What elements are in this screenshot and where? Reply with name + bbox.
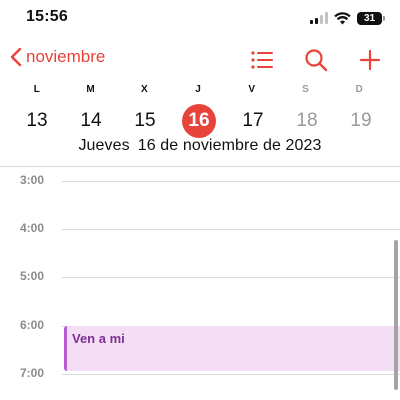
chevron-left-icon <box>10 47 22 67</box>
weekday-letter: D <box>355 84 363 95</box>
day-number: 14 <box>80 110 102 131</box>
day-timeline[interactable]: 3:00 4:00 5:00 6:00 7:00 Ven a mi <box>0 167 400 400</box>
search-button[interactable] <box>302 46 330 74</box>
weekday-letter: V <box>248 84 256 95</box>
hour-row: 4:00 <box>0 221 400 235</box>
hour-line <box>62 229 400 230</box>
hour-label: 3:00 <box>20 173 45 187</box>
hour-label: 6:00 <box>20 318 45 332</box>
day-number: 19 <box>350 110 372 131</box>
weekday-letter: S <box>302 84 309 95</box>
day-number: 16 <box>188 110 210 131</box>
hour-label: 7:00 <box>20 366 45 380</box>
day-16-selected[interactable]: 16 <box>172 104 226 138</box>
plus-icon <box>359 49 381 71</box>
add-event-button[interactable] <box>356 46 384 74</box>
full-date-weekday: Jueves <box>78 137 130 154</box>
navigation-bar: noviembre <box>0 44 400 78</box>
week-days: 13 14 15 16 17 18 19 <box>10 104 386 138</box>
full-date-label: Jueves 16 de noviembre de 2023 <box>0 137 400 155</box>
event-block[interactable]: Ven a mi <box>64 326 400 371</box>
back-button[interactable]: noviembre <box>10 47 105 67</box>
day-number: 17 <box>242 110 264 131</box>
list-icon <box>251 51 273 69</box>
status-time: 15:56 <box>26 8 68 25</box>
back-label: noviembre <box>26 47 106 66</box>
hour-label: 4:00 <box>20 221 45 235</box>
weekday-letters: L M X J V S D <box>10 84 386 98</box>
weekday-letter: J <box>195 84 201 95</box>
status-bar: 15:56 31 <box>0 0 400 36</box>
hour-row: 7:00 <box>0 366 400 380</box>
hour-line <box>62 181 400 182</box>
day-18[interactable]: 18 <box>280 104 334 138</box>
day-14[interactable]: 14 <box>64 104 118 138</box>
day-15[interactable]: 15 <box>118 104 172 138</box>
wifi-icon <box>334 11 351 24</box>
full-date-text: 16 de noviembre de 2023 <box>137 137 322 154</box>
scrollbar[interactable] <box>394 240 398 390</box>
search-icon <box>305 49 328 72</box>
status-icons: 31 <box>310 10 385 26</box>
week-strip: L M X J V S D 13 14 15 16 17 18 19 <box>10 84 386 138</box>
weekday-letter: L <box>33 84 40 95</box>
day-number: 13 <box>26 110 48 131</box>
day-13[interactable]: 13 <box>10 104 64 138</box>
day-number: 15 <box>134 110 156 131</box>
battery-level: 31 <box>363 12 376 24</box>
battery-icon: 31 <box>357 11 385 25</box>
event-title: Ven a mi <box>72 331 125 346</box>
weekday-letter: M <box>86 84 95 95</box>
day-17[interactable]: 17 <box>226 104 280 138</box>
list-view-button[interactable] <box>248 46 276 74</box>
day-number: 18 <box>296 110 318 131</box>
hour-label: 5:00 <box>20 269 45 283</box>
weekday-letter: X <box>140 84 148 95</box>
hour-line <box>62 277 400 278</box>
hour-line <box>62 374 400 375</box>
day-19[interactable]: 19 <box>334 104 388 138</box>
cellular-signal-icon <box>310 12 328 24</box>
hour-row: 5:00 <box>0 269 400 283</box>
hour-row: 3:00 <box>0 173 400 187</box>
